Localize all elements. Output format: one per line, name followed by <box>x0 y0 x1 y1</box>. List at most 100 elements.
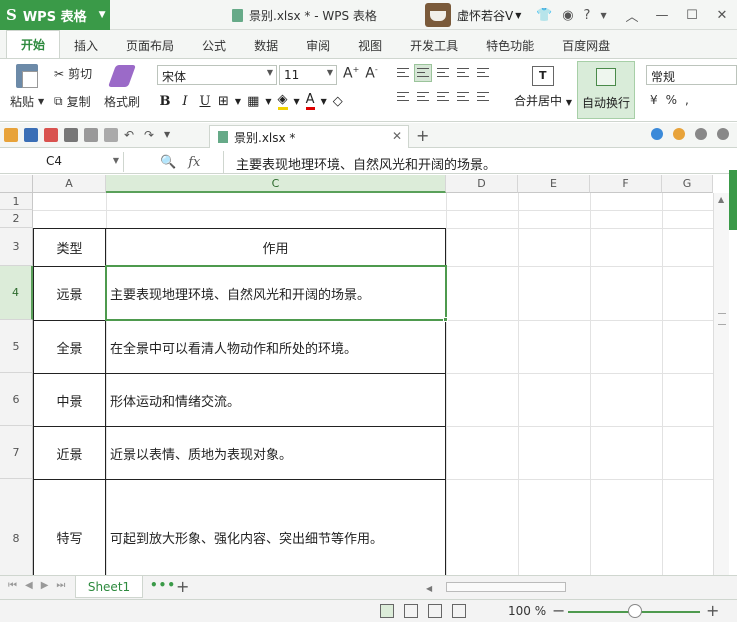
tab-home[interactable]: 开始 <box>6 30 61 58</box>
share-icon[interactable] <box>673 128 685 140</box>
export-pdf-icon[interactable] <box>44 128 58 142</box>
column-header-e[interactable]: E <box>518 175 590 193</box>
row-header-5[interactable]: 5 <box>0 320 33 373</box>
last-sheet-icon[interactable]: ⏭ <box>56 580 65 591</box>
find-icon[interactable] <box>104 128 118 142</box>
scroll-up-icon[interactable]: ▲ <box>718 195 724 204</box>
row-header-8[interactable]: 8 <box>0 479 33 575</box>
column-header-c[interactable]: C <box>106 175 446 193</box>
cell-a3[interactable]: 类型 <box>34 229 105 266</box>
column-header-a[interactable]: A <box>33 175 106 193</box>
sheet-tab-sheet1[interactable]: Sheet1 <box>75 576 143 598</box>
collapse-icon[interactable] <box>717 128 729 140</box>
new-tab-icon[interactable]: + <box>416 126 429 145</box>
chevron-down-icon[interactable]: ▼ <box>294 97 300 106</box>
tab-page-layout[interactable]: 页面布局 <box>112 32 188 58</box>
tab-developer[interactable]: 开发工具 <box>396 32 472 58</box>
redo-icon[interactable]: ↷ <box>144 128 158 142</box>
vertical-scrollbar[interactable]: ▲ <box>713 193 729 575</box>
collapse-ribbon-icon[interactable]: ︿ <box>617 6 647 25</box>
increase-indent-icon[interactable] <box>475 65 491 81</box>
row-header-7[interactable]: 7 <box>0 426 33 479</box>
undo-icon[interactable]: ↶ <box>124 128 138 142</box>
row-header-2[interactable]: 2 <box>0 210 33 228</box>
bold-icon[interactable]: B <box>158 94 172 109</box>
page-break-view-icon[interactable] <box>404 604 418 618</box>
cell-a7[interactable]: 近景 <box>34 427 105 479</box>
align-right-icon[interactable] <box>435 89 451 105</box>
cell-a5[interactable]: 全景 <box>34 321 105 373</box>
row-header-6[interactable]: 6 <box>0 373 33 426</box>
history-icon[interactable] <box>695 128 707 140</box>
print-icon[interactable] <box>64 128 78 142</box>
decrease-indent-icon[interactable] <box>455 65 471 81</box>
more-sheets-icon[interactable]: ••• <box>150 578 176 592</box>
tab-view[interactable]: 视图 <box>344 32 396 58</box>
paste-button[interactable]: 粘贴 ▼ <box>4 59 48 119</box>
tab-baidu-netdisk[interactable]: 百度网盘 <box>548 32 624 58</box>
chevron-down-icon[interactable]: ▼ <box>600 11 606 20</box>
increase-font-icon[interactable]: A+ <box>343 65 359 82</box>
align-bottom-icon[interactable] <box>435 65 451 81</box>
format-painter-button[interactable]: 格式刷 <box>100 59 146 119</box>
clear-format-icon[interactable]: ◇ <box>333 94 343 109</box>
justify-icon[interactable] <box>455 89 471 105</box>
tab-data[interactable]: 数据 <box>240 32 292 58</box>
wrap-text-button[interactable]: 自动换行 <box>577 61 635 119</box>
underline-icon[interactable]: U <box>198 94 212 109</box>
distributed-icon[interactable] <box>475 89 491 105</box>
prev-sheet-icon[interactable]: ◀ <box>25 580 33 591</box>
font-size-select[interactable]: 11 ▼ <box>279 65 337 85</box>
tab-review[interactable]: 审阅 <box>292 32 344 58</box>
tab-special-features[interactable]: 特色功能 <box>472 32 548 58</box>
reading-mode-icon[interactable] <box>452 604 466 618</box>
scrollbar-thumb[interactable] <box>718 313 726 325</box>
name-box[interactable]: C4 ▼ <box>0 152 124 172</box>
scroll-left-icon[interactable]: ◀ <box>426 584 432 593</box>
cell-c7[interactable]: 近景以表情、质地为表现对象。 <box>106 427 445 479</box>
fill-color-icon[interactable]: ◈ <box>277 92 288 110</box>
cell-a8[interactable]: 特写 <box>34 480 105 575</box>
side-panel-tab[interactable] <box>729 170 737 230</box>
copy-button[interactable]: ⧉ 复制 <box>54 93 91 110</box>
cell-c8[interactable]: 可起到放大形象、强化内容、突出细节等作用。 <box>106 480 445 575</box>
zoom-out-icon[interactable]: − <box>552 601 565 620</box>
maximize-icon[interactable]: ☐ <box>677 8 707 23</box>
user-account[interactable]: 虚怀若谷V ▼ <box>425 3 521 27</box>
comma-style-icon[interactable]: , <box>685 93 689 107</box>
add-sheet-icon[interactable]: + <box>176 577 189 596</box>
chevron-down-icon[interactable]: ▼ <box>265 97 271 106</box>
cell-a6[interactable]: 中景 <box>34 374 105 426</box>
chevron-down-icon[interactable]: ▼ <box>164 128 178 142</box>
font-name-select[interactable]: 宋体 ▼ <box>157 65 277 85</box>
help-icon[interactable]: ? <box>584 8 591 23</box>
tab-formulas[interactable]: 公式 <box>188 32 240 58</box>
fill-pattern-icon[interactable]: ▦ <box>247 94 259 109</box>
scrollbar-thumb[interactable] <box>446 582 566 592</box>
cell-a4[interactable]: 远景 <box>34 267 105 320</box>
weibo-icon[interactable]: ◉ <box>562 8 573 23</box>
print-preview-icon[interactable] <box>84 128 98 142</box>
merge-center-button[interactable]: 合并居中 ▼ <box>510 63 576 119</box>
zoom-in-icon[interactable]: + <box>706 601 719 620</box>
column-header-g[interactable]: G <box>662 175 713 193</box>
save-icon[interactable] <box>24 128 38 142</box>
normal-view-icon[interactable] <box>380 604 394 618</box>
skin-shirt-icon[interactable]: 👕 <box>536 8 552 23</box>
page-layout-view-icon[interactable] <box>428 604 442 618</box>
italic-icon[interactable]: I <box>178 94 192 109</box>
close-tab-icon[interactable]: ✕ <box>392 129 402 143</box>
align-left-icon[interactable] <box>395 89 411 105</box>
open-folder-icon[interactable] <box>4 128 18 142</box>
minimize-icon[interactable]: — <box>647 8 677 23</box>
currency-icon[interactable]: ¥ <box>650 93 658 107</box>
document-tab[interactable]: 景别.xlsx * ✕ <box>209 125 409 148</box>
align-middle-icon[interactable] <box>414 64 432 82</box>
tab-insert[interactable]: 插入 <box>60 32 112 58</box>
cell-c5[interactable]: 在全景中可以看清人物动作和所处的环境。 <box>106 321 445 373</box>
wps-app-menu-button[interactable]: S WPS 表格 ▼ <box>0 0 110 30</box>
close-icon[interactable]: ✕ <box>707 8 737 23</box>
next-sheet-icon[interactable]: ▶ <box>41 580 49 591</box>
zoom-search-icon[interactable]: 🔍 <box>160 155 176 170</box>
column-header-d[interactable]: D <box>446 175 518 193</box>
